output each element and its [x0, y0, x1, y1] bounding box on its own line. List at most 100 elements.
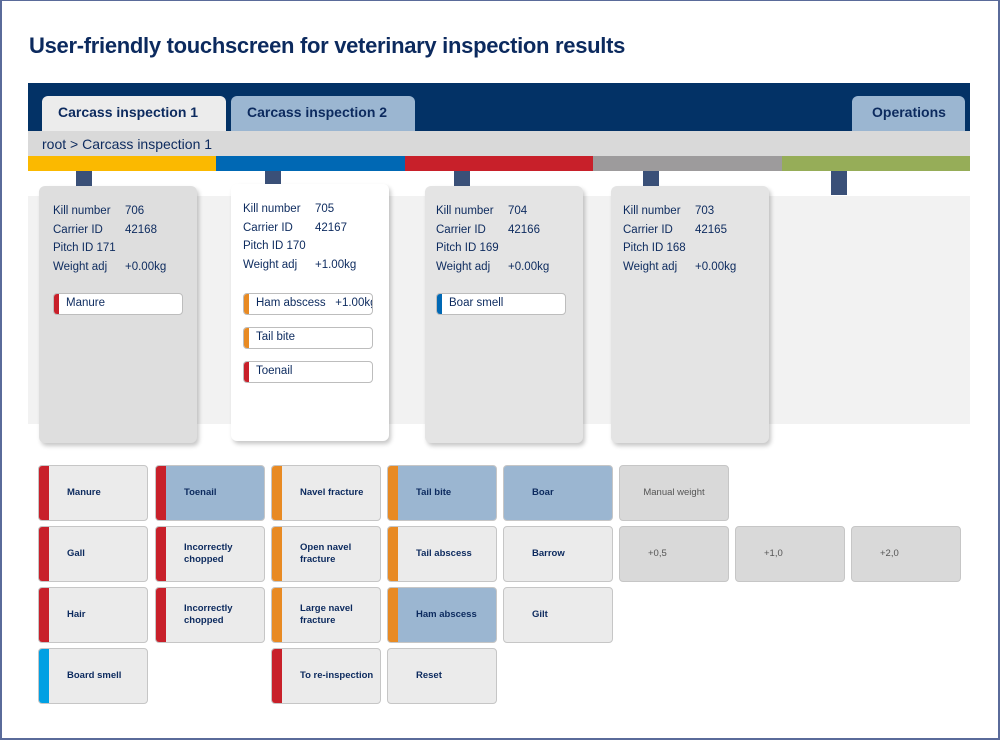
tab-carcass-inspection-2[interactable]: Carcass inspection 2 — [231, 96, 415, 131]
weight-adj-label: Weight adj — [436, 260, 491, 273]
carcass-info: Kill number 703 Carrier ID 42165 Pitch ID … — [623, 205, 736, 279]
incorrectly-chopped-button-2[interactable]: Incorrectly chopped — [155, 587, 265, 643]
kill-number-label: Kill number — [53, 205, 111, 217]
button-label: Barrow — [532, 548, 565, 559]
ham-abscess-button[interactable]: Ham abscess — [387, 587, 497, 643]
color-segment-grey — [593, 156, 782, 171]
carrier-id-value: 42165 — [695, 223, 727, 236]
finding-toenail[interactable]: Toenail — [243, 361, 373, 383]
weight-plus-1-0-button[interactable]: +1,0 — [735, 526, 845, 582]
carrier-id-label: Carrier ID — [53, 223, 103, 236]
severity-bar — [39, 466, 49, 520]
severity-bar — [437, 294, 442, 314]
board-smell-button[interactable]: Board smell — [38, 648, 148, 704]
severity-bar — [244, 294, 249, 314]
position-marker — [831, 171, 847, 195]
to-reinspection-button[interactable]: To re-inspection — [271, 648, 381, 704]
manual-weight-button[interactable]: Manual weight — [619, 465, 729, 521]
open-navel-fracture-button[interactable]: Open navel fracture — [271, 526, 381, 582]
tail-bite-button[interactable]: Tail bite — [387, 465, 497, 521]
tab-bar: Carcass inspection 1 Carcass inspection … — [28, 83, 970, 131]
finding-boar-smell[interactable]: Boar smell — [436, 293, 566, 315]
barrow-button[interactable]: Barrow — [503, 526, 613, 582]
weight-adj-value: +0.00kg — [125, 260, 167, 273]
pitch-id-value: 168 — [666, 242, 686, 254]
carrier-id-value: 42166 — [508, 223, 540, 236]
color-segment-yellow — [28, 156, 217, 171]
button-label: Boar — [532, 487, 554, 498]
severity-bar — [388, 588, 398, 642]
finding-ham-abscess[interactable]: Ham abscess +1.00kg — [243, 293, 373, 315]
tab-carcass-inspection-1[interactable]: Carcass inspection 1 — [42, 96, 226, 131]
carcass-info: Kill number 706 Carrier ID 42168 Pitch ID … — [53, 205, 166, 279]
large-navel-fracture-button[interactable]: Large navel fracture — [271, 587, 381, 643]
severity-bar — [388, 527, 398, 581]
gilt-button[interactable]: Gilt — [503, 587, 613, 643]
boar-button[interactable]: Boar — [503, 465, 613, 521]
severity-bar — [388, 466, 398, 520]
finding-tail-bite[interactable]: Tail bite — [243, 327, 373, 349]
button-label: Incorrectly chopped — [184, 603, 233, 626]
incorrectly-chopped-button[interactable]: Incorrectly chopped — [155, 526, 265, 582]
carcass-card-705[interactable]: Kill number 705 Carrier ID 42167 Pitch ID … — [231, 184, 389, 441]
breadcrumb: root > Carcass inspection 1 — [28, 131, 970, 156]
finding-manure[interactable]: Manure — [53, 293, 183, 315]
button-label: Large navel fracture — [300, 603, 353, 626]
severity-bar — [156, 588, 166, 642]
finding-label: Manure — [66, 297, 105, 309]
color-strip — [28, 156, 971, 171]
button-label: Board smell — [67, 670, 122, 681]
button-label: Incorrectly chopped — [184, 542, 233, 565]
tab-operations[interactable]: Operations — [852, 96, 965, 131]
carrier-id-label: Carrier ID — [436, 223, 486, 236]
severity-bar — [39, 649, 49, 703]
severity-bar — [156, 527, 166, 581]
severity-bar — [272, 649, 282, 703]
tail-abscess-button[interactable]: Tail abscess — [387, 526, 497, 582]
button-label: Ham abscess — [416, 609, 477, 620]
carrier-id-label: Carrier ID — [243, 221, 293, 234]
manure-button[interactable]: Manure — [38, 465, 148, 521]
finding-label: Boar smell — [449, 297, 504, 309]
color-segment-blue — [216, 156, 405, 171]
navel-fracture-button[interactable]: Navel fracture — [271, 465, 381, 521]
button-label: +0,5 — [648, 548, 667, 559]
toenail-button[interactable]: Toenail — [155, 465, 265, 521]
severity-bar — [39, 527, 49, 581]
button-label: Navel fracture — [300, 487, 364, 498]
kill-number-value: 703 — [695, 205, 715, 217]
pitch-id-label: Pitch ID — [243, 240, 284, 252]
pitch-id-label: Pitch ID — [436, 242, 477, 254]
finding-label: Tail bite — [256, 331, 295, 343]
weight-adj-value: +0.00kg — [695, 260, 737, 273]
carcass-card-704[interactable]: Kill number 704 Carrier ID 42166 Pitch ID … — [425, 186, 583, 443]
button-label: Tail abscess — [416, 548, 472, 559]
weight-adj-value: +1.00kg — [315, 258, 357, 271]
pitch-id-value: 169 — [479, 242, 499, 254]
severity-bar — [272, 588, 282, 642]
pitch-id-value: 171 — [96, 242, 116, 254]
hair-button[interactable]: Hair — [38, 587, 148, 643]
carcass-info: Kill number 705 Carrier ID 42167 Pitch ID … — [243, 203, 356, 277]
weight-adj-label: Weight adj — [243, 258, 298, 271]
findings-list: Ham abscess +1.00kg Tail bite Toenail — [243, 293, 373, 395]
button-label: +2,0 — [880, 548, 899, 559]
findings-list: Manure — [53, 293, 183, 327]
weight-plus-2-0-button[interactable]: +2,0 — [851, 526, 961, 582]
color-segment-green — [781, 156, 971, 171]
reset-button[interactable]: Reset — [387, 648, 497, 704]
weight-plus-0-5-button[interactable]: +0,5 — [619, 526, 729, 582]
kill-number-value: 704 — [508, 205, 528, 217]
severity-bar — [272, 466, 282, 520]
kill-number-value: 705 — [315, 203, 335, 215]
carrier-id-value: 42168 — [125, 223, 157, 236]
findings-list: Boar smell — [436, 293, 566, 327]
color-segment-red — [404, 156, 594, 171]
carcass-card-703[interactable]: Kill number 703 Carrier ID 42165 Pitch ID … — [611, 186, 769, 443]
pitch-id-label: Pitch ID — [53, 242, 94, 254]
gall-button[interactable]: Gall — [38, 526, 148, 582]
kill-number-label: Kill number — [623, 205, 681, 217]
button-label: Reset — [416, 670, 442, 681]
carcass-card-706[interactable]: Kill number 706 Carrier ID 42168 Pitch ID … — [39, 186, 197, 443]
button-label: +1,0 — [764, 548, 783, 559]
